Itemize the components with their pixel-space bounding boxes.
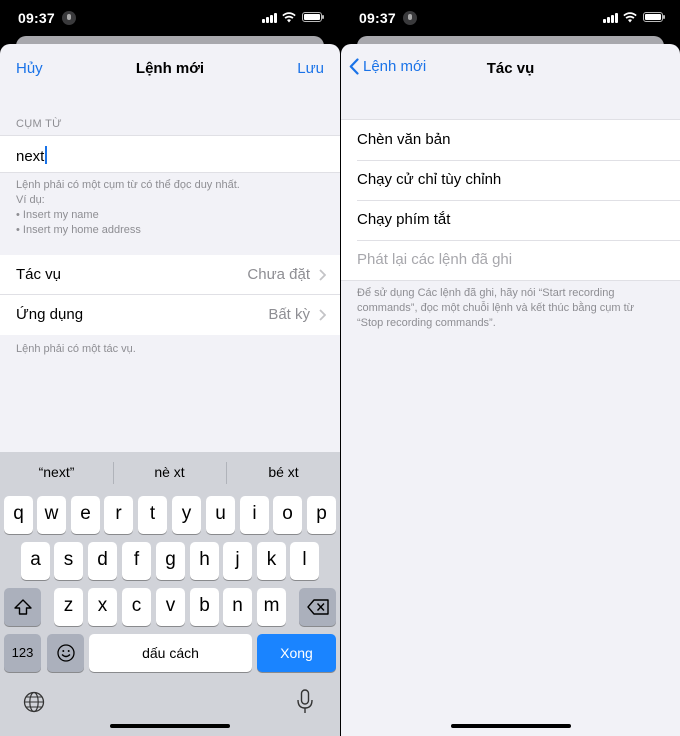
microphone-indicator-icon bbox=[403, 11, 417, 25]
cellular-signal-icon bbox=[262, 13, 278, 23]
list-item[interactable]: Chèn văn bản bbox=[341, 120, 680, 161]
navigation-bar: Lệnh mới Tác vụ bbox=[341, 44, 680, 92]
list-item-disabled: Phát lại các lệnh đã ghi bbox=[357, 251, 513, 268]
recorded-commands-note: Để sử dụng Các lệnh đã ghi, hãy nói “Sta… bbox=[357, 287, 634, 329]
suggestion-bar: “next” nè xt bé xt bbox=[0, 452, 340, 494]
home-indicator[interactable] bbox=[110, 724, 230, 728]
phrase-section-label: CỤM TỪ bbox=[16, 118, 62, 130]
key-g[interactable]: g bbox=[156, 542, 185, 580]
key-k[interactable]: k bbox=[257, 542, 286, 580]
key-q[interactable]: q bbox=[4, 496, 33, 534]
key-i[interactable]: i bbox=[240, 496, 269, 534]
app-row-value: Bất kỳ bbox=[268, 306, 310, 323]
dictation-microphone-icon[interactable] bbox=[296, 689, 314, 715]
text-cursor bbox=[45, 146, 48, 164]
backspace-icon bbox=[306, 599, 329, 615]
key-d[interactable]: d bbox=[88, 542, 117, 580]
page-title: Lệnh mới bbox=[135, 60, 205, 77]
key-c[interactable]: c bbox=[122, 588, 151, 626]
chevron-right-icon bbox=[319, 309, 326, 321]
space-key[interactable]: dấu cách bbox=[89, 634, 252, 672]
shift-icon bbox=[13, 599, 32, 615]
action-list: Chèn văn bản Chạy cử chỉ tùy chỉnh Chạy … bbox=[341, 119, 680, 281]
key-l[interactable]: l bbox=[290, 542, 319, 580]
key-n[interactable]: n bbox=[223, 588, 252, 626]
phrase-note: Lệnh phải có một cụm từ có thể đọc duy n… bbox=[16, 179, 240, 236]
home-indicator[interactable] bbox=[450, 724, 571, 728]
key-u[interactable]: u bbox=[206, 496, 235, 534]
key-p[interactable]: p bbox=[307, 496, 336, 534]
backspace-key[interactable] bbox=[299, 588, 336, 626]
suggestion-item[interactable]: nè xt bbox=[113, 464, 226, 480]
key-y[interactable]: y bbox=[172, 496, 201, 534]
keyboard: “next” nè xt bé xt q w e r t y u i o p a… bbox=[0, 452, 340, 736]
action-note: Lệnh phải có một tác vụ. bbox=[16, 343, 136, 355]
action-row-label: Tác vụ bbox=[16, 266, 62, 283]
emoji-key[interactable] bbox=[47, 634, 84, 672]
action-sheet: Lệnh mới Tác vụ Chèn văn bản Chạy cử chỉ… bbox=[341, 44, 680, 736]
key-j[interactable]: j bbox=[223, 542, 252, 580]
key-z[interactable]: z bbox=[54, 588, 83, 626]
status-time: 09:37 bbox=[359, 10, 396, 26]
key-h[interactable]: h bbox=[190, 542, 219, 580]
shift-key[interactable] bbox=[4, 588, 41, 626]
app-row-label: Ứng dụng bbox=[16, 306, 84, 323]
key-r[interactable]: r bbox=[104, 496, 133, 534]
wifi-icon bbox=[623, 12, 637, 23]
phrase-field[interactable]: next bbox=[0, 135, 340, 173]
key-o[interactable]: o bbox=[273, 496, 302, 534]
key-e[interactable]: e bbox=[71, 496, 100, 534]
key-v[interactable]: v bbox=[156, 588, 185, 626]
emoji-icon bbox=[56, 644, 75, 662]
app-row[interactable]: Ứng dụng Bất kỳ bbox=[0, 295, 340, 335]
key-a[interactable]: a bbox=[21, 542, 50, 580]
action-row-value: Chưa đặt bbox=[247, 266, 310, 283]
cellular-signal-icon bbox=[603, 13, 619, 23]
list-item[interactable]: Chạy phím tắt bbox=[341, 200, 680, 241]
settings-group: Tác vụ Chưa đặt Ứng dụng Bất kỳ bbox=[0, 255, 340, 335]
phrase-input[interactable]: next bbox=[16, 148, 44, 165]
navigation-bar: Hủy Lệnh mới Lưu bbox=[0, 44, 340, 92]
battery-icon bbox=[643, 12, 665, 22]
key-x[interactable]: x bbox=[88, 588, 117, 626]
save-button[interactable]: Lưu bbox=[297, 60, 324, 77]
action-screen: 09:37 Lệnh mới Tác vụ Chèn văn bản Chạy … bbox=[341, 0, 680, 736]
chevron-right-icon bbox=[319, 269, 326, 281]
numbers-key[interactable]: 123 bbox=[4, 634, 41, 672]
done-key[interactable]: Xong bbox=[257, 634, 336, 672]
status-time: 09:37 bbox=[18, 10, 55, 26]
globe-icon[interactable] bbox=[23, 691, 45, 713]
action-row[interactable]: Tác vụ Chưa đặt bbox=[0, 255, 340, 295]
page-title: Tác vụ bbox=[486, 60, 535, 77]
key-b[interactable]: b bbox=[190, 588, 219, 626]
key-m[interactable]: m bbox=[257, 588, 286, 626]
suggestion-item[interactable]: bé xt bbox=[227, 464, 340, 480]
key-t[interactable]: t bbox=[138, 496, 167, 534]
status-bar: 09:37 bbox=[341, 0, 680, 36]
key-f[interactable]: f bbox=[122, 542, 151, 580]
battery-icon bbox=[302, 12, 324, 22]
wifi-icon bbox=[282, 12, 296, 23]
microphone-indicator-icon bbox=[62, 11, 76, 25]
new-command-screen: 09:37 Hủy Lệnh mới Lưu CỤM TỪ next Lệnh … bbox=[0, 0, 340, 736]
key-w[interactable]: w bbox=[37, 496, 66, 534]
status-bar: 09:37 bbox=[0, 0, 340, 36]
key-s[interactable]: s bbox=[54, 542, 83, 580]
list-item[interactable]: Chạy cử chỉ tùy chỉnh bbox=[341, 160, 680, 201]
suggestion-item[interactable]: “next” bbox=[0, 464, 113, 480]
